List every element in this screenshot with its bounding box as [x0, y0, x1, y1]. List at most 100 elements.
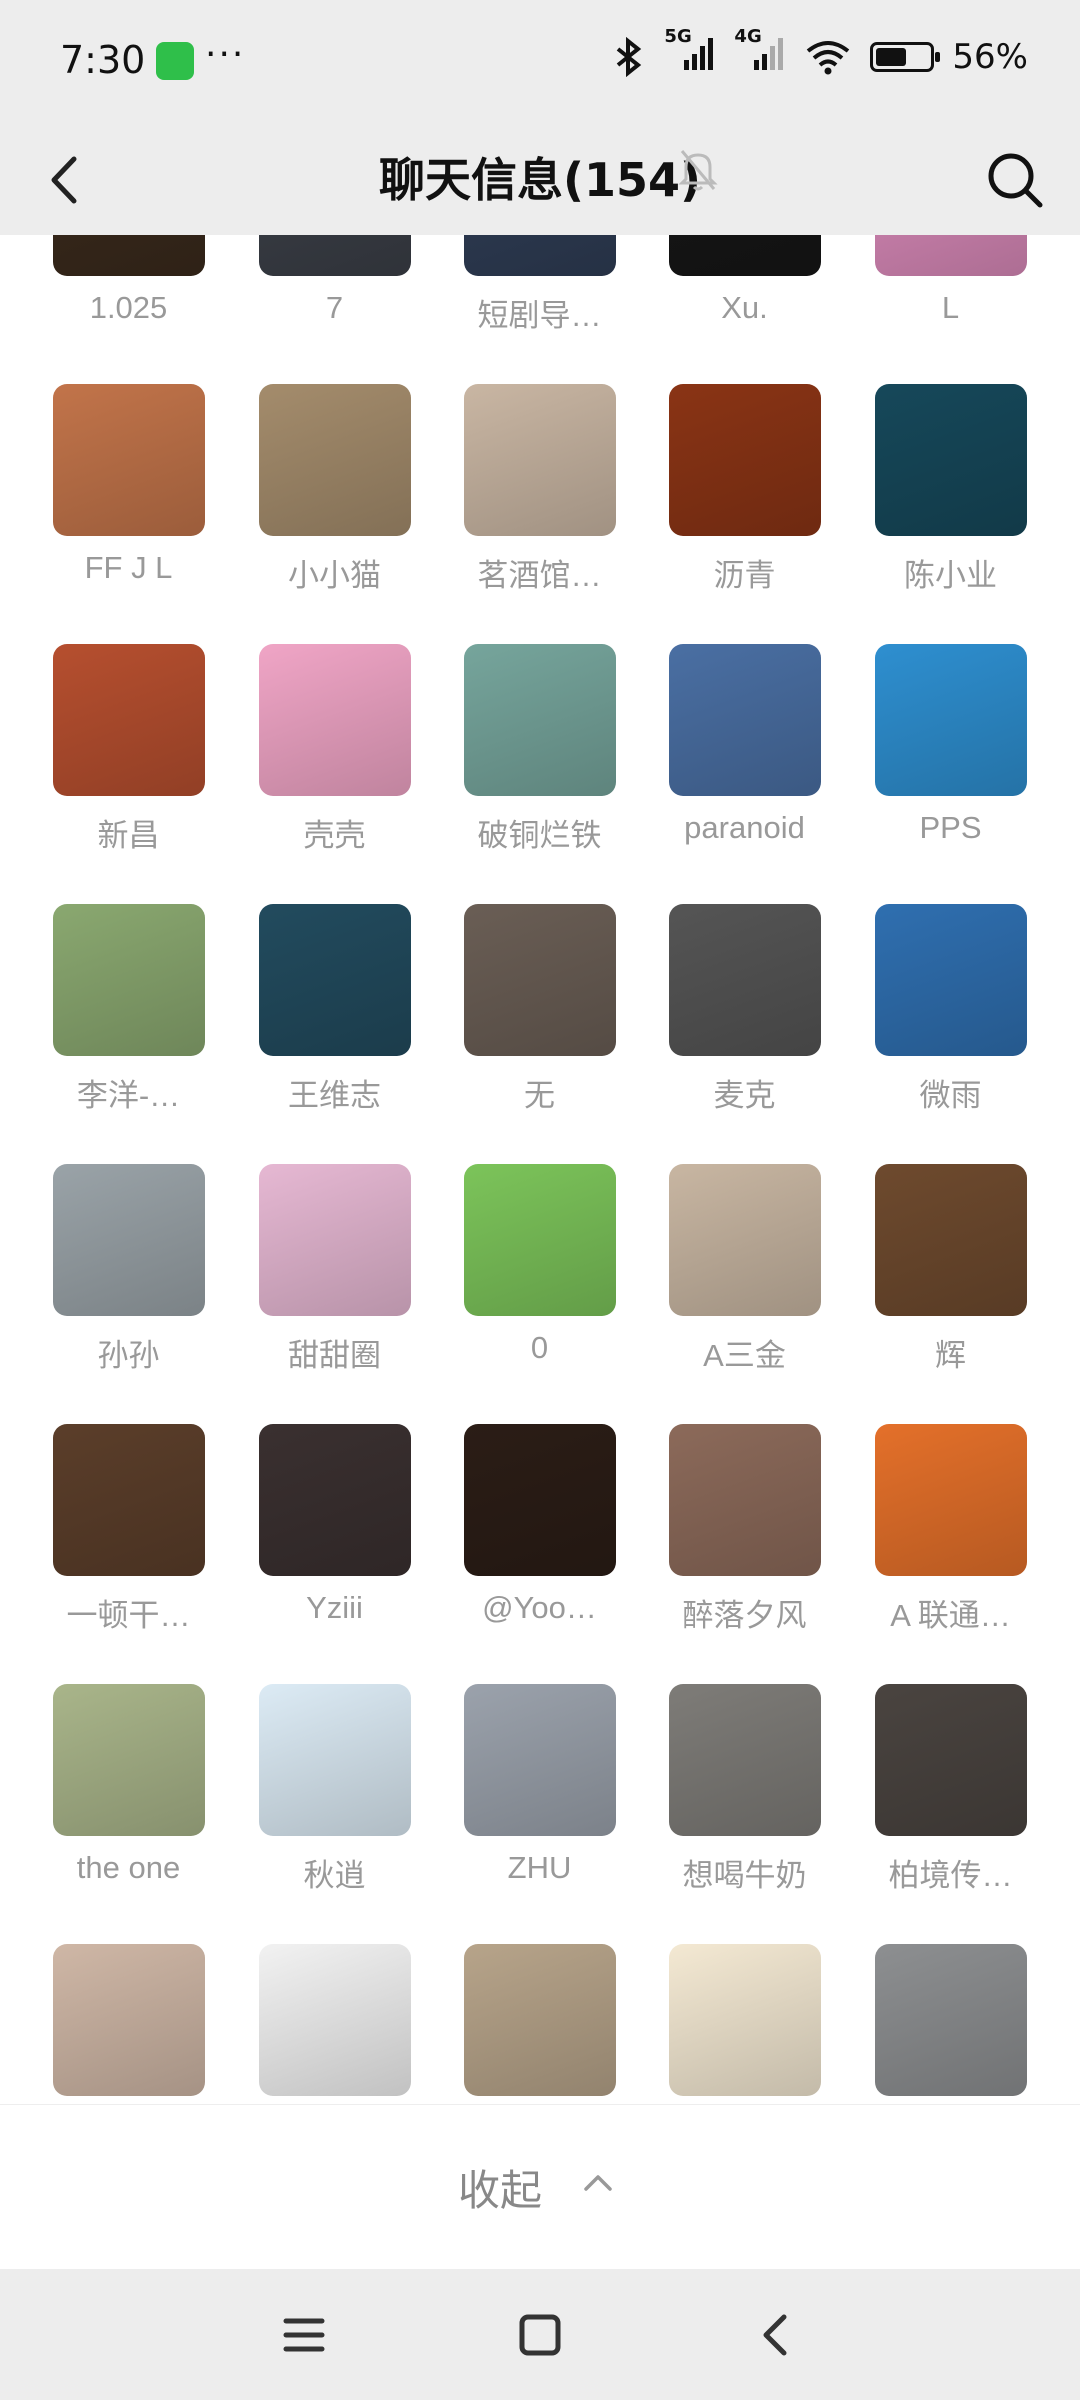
member-item[interactable]: 小小猫	[232, 384, 437, 595]
member-avatar[interactable]	[463, 1424, 616, 1576]
member-avatar[interactable]	[52, 1684, 205, 1836]
status-icons: 5G 4G 56%	[612, 26, 1028, 77]
member-name: 微雨	[919, 1078, 982, 1113]
member-item[interactable]: L	[848, 235, 1053, 326]
member-item[interactable]: 7	[232, 235, 437, 326]
member-avatar[interactable]	[52, 904, 205, 1056]
member-item[interactable]: @Yoo…	[437, 1424, 642, 1626]
member-avatar[interactable]	[52, 235, 205, 276]
member-avatar[interactable]	[52, 1424, 205, 1576]
member-item[interactable]: Yziii	[232, 1424, 437, 1626]
collapse-bar[interactable]: 收起	[0, 2104, 1080, 2270]
member-item[interactable]: 1.025	[26, 235, 231, 326]
member-item[interactable]: 陈小业	[848, 384, 1053, 595]
member-item[interactable]: 0	[437, 1164, 642, 1366]
member-avatar[interactable]	[463, 1164, 616, 1316]
member-item[interactable]: ZHU	[437, 1684, 642, 1886]
member-avatar[interactable]	[52, 644, 205, 796]
member-avatar[interactable]	[258, 1164, 411, 1316]
member-item[interactable]: 秋逍	[232, 1684, 437, 1895]
member-item[interactable]: 麦克	[642, 904, 847, 1115]
member-item[interactable]: A三金	[642, 1164, 847, 1375]
signal-4g-icon: 4G	[734, 26, 786, 77]
member-item[interactable]: 王维志	[232, 904, 437, 1115]
member-name: @Yoo…	[482, 1590, 597, 1625]
collapse-label[interactable]: 收起	[458, 2157, 542, 2218]
member-item[interactable]: 壳壳	[232, 644, 437, 855]
member-avatar[interactable]	[874, 384, 1027, 536]
member-item[interactable]: 新昌	[26, 644, 231, 855]
search-icon[interactable]	[980, 145, 1050, 215]
member-avatar[interactable]	[52, 1164, 205, 1316]
member-item[interactable]: 短剧导…	[437, 235, 642, 335]
member-avatar[interactable]	[874, 1944, 1027, 2096]
member-avatar[interactable]	[668, 904, 821, 1056]
member-item[interactable]: 孙孙	[26, 1164, 231, 1375]
member-item[interactable]: 醉落夕风	[642, 1424, 847, 1635]
member-item[interactable]	[232, 1944, 437, 2105]
member-avatar[interactable]	[668, 1164, 821, 1316]
member-item[interactable]	[437, 1944, 642, 2105]
member-item[interactable]: 无	[437, 904, 642, 1115]
menu-icon[interactable]	[276, 2307, 332, 2363]
member-avatar[interactable]	[668, 1424, 821, 1576]
member-item[interactable]: Xu.	[642, 235, 847, 326]
member-item[interactable]: 柏境传…	[848, 1684, 1053, 1895]
signal-5g-icon: 5G	[664, 26, 716, 77]
member-avatar[interactable]	[52, 384, 205, 536]
member-avatar[interactable]	[874, 235, 1027, 276]
member-avatar[interactable]	[463, 644, 616, 796]
member-avatar[interactable]	[874, 1164, 1027, 1316]
member-avatar[interactable]	[668, 235, 821, 276]
member-avatar[interactable]	[258, 1424, 411, 1576]
member-avatar[interactable]	[258, 384, 411, 536]
member-item[interactable]	[848, 1944, 1053, 2105]
member-avatar[interactable]	[258, 904, 411, 1056]
member-avatar[interactable]	[874, 904, 1027, 1056]
more-notifications-icon: ···	[205, 34, 246, 75]
member-avatar[interactable]	[463, 904, 616, 1056]
back-nav-icon[interactable]	[748, 2307, 804, 2363]
home-icon[interactable]	[512, 2307, 568, 2363]
member-name: 孙孙	[97, 1338, 160, 1373]
member-item[interactable]: 一顿干…	[26, 1424, 231, 1635]
member-avatar[interactable]	[258, 235, 411, 276]
member-avatar[interactable]	[874, 644, 1027, 796]
member-avatar[interactable]	[668, 1684, 821, 1836]
member-item[interactable]: 茗酒馆…	[437, 384, 642, 595]
member-avatar[interactable]	[668, 644, 821, 796]
member-item[interactable]: A 联通…	[848, 1424, 1053, 1635]
member-item[interactable]: 李洋-…	[26, 904, 231, 1115]
member-avatar[interactable]	[874, 1424, 1027, 1576]
member-item[interactable]: 辉	[848, 1164, 1053, 1375]
member-name: PPS	[919, 810, 982, 845]
member-avatar[interactable]	[258, 1684, 411, 1836]
member-avatar[interactable]	[463, 384, 616, 536]
member-avatar[interactable]	[52, 1944, 205, 2096]
chevron-up-icon[interactable]	[580, 2165, 616, 2201]
member-item[interactable]: 沥青	[642, 384, 847, 595]
member-item[interactable]: 甜甜圈	[232, 1164, 437, 1375]
member-item[interactable]: 破铜烂铁	[437, 644, 642, 855]
page-title: 聊天信息(154)	[378, 153, 702, 207]
member-avatar[interactable]	[463, 1944, 616, 2096]
member-name: paranoid	[684, 810, 805, 845]
member-avatar[interactable]	[258, 1944, 411, 2096]
member-item[interactable]: the one	[26, 1684, 231, 1886]
member-avatar[interactable]	[463, 1684, 616, 1836]
member-avatar[interactable]	[463, 235, 616, 276]
member-item[interactable]: PPS	[848, 644, 1053, 846]
member-avatar[interactable]	[668, 384, 821, 536]
member-item[interactable]: paranoid	[642, 644, 847, 846]
member-grid: 1.025 7 短剧导… Xu. L FF J L 小小猫 茗酒馆… 沥青 陈小业新昌 壳壳 破铜烂铁…	[0, 235, 1080, 2105]
member-item[interactable]: 微雨	[848, 904, 1053, 1115]
member-name: A 联通…	[890, 1598, 1011, 1633]
member-avatar[interactable]	[258, 644, 411, 796]
member-item[interactable]: 想喝牛奶	[642, 1684, 847, 1895]
member-name: Xu.	[721, 290, 768, 325]
member-item[interactable]: FF J L	[26, 384, 231, 586]
member-item[interactable]	[642, 1944, 847, 2105]
member-avatar[interactable]	[874, 1684, 1027, 1836]
member-avatar[interactable]	[668, 1944, 821, 2096]
member-item[interactable]	[26, 1944, 231, 2105]
